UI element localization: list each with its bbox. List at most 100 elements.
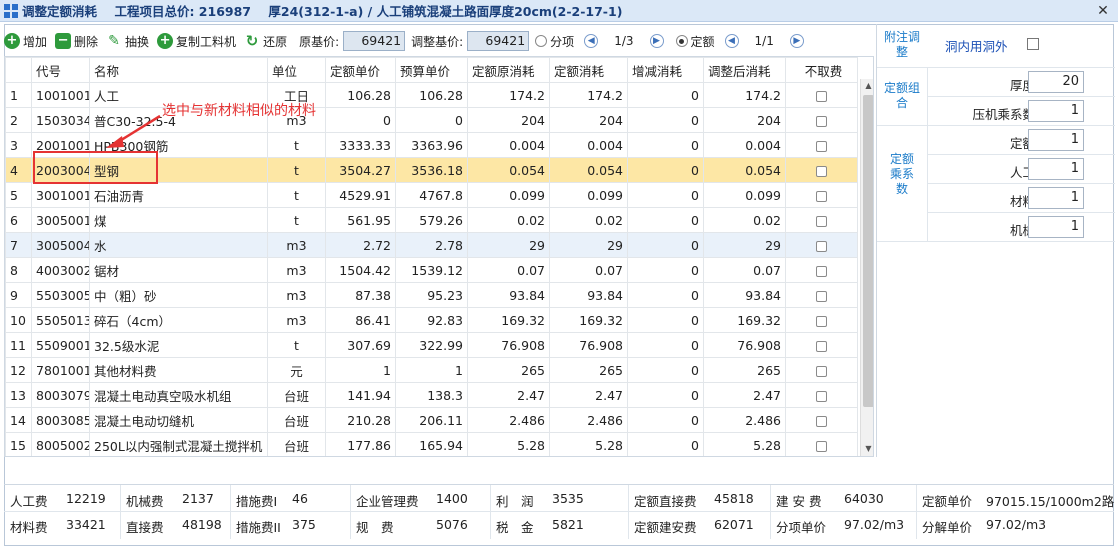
add-button[interactable]: + 增加 [4,33,47,50]
no-fee-checkbox[interactable] [816,440,827,452]
adj-price-field[interactable]: 69421 [467,31,530,51]
machine-coef-field[interactable]: 1 [1028,216,1084,238]
no-fee-checkbox[interactable] [816,315,827,327]
cell-cons[interactable]: 0.099 [549,182,628,208]
cell-cons[interactable]: 174.2 [549,82,628,108]
cell-cons[interactable]: 0.02 [549,207,628,233]
cell-adj[interactable]: 0.054 [703,157,786,183]
cell-delta[interactable]: 0 [627,332,704,358]
cell-orig[interactable]: 2.486 [467,407,550,433]
table-row[interactable]: 1 1001001 人工 工日 106.28 106.28 174.2 174.2 0 174.2 [5,82,858,108]
no-fee-checkbox[interactable] [816,190,827,202]
cell-delta[interactable]: 0 [627,132,704,158]
next-page-icon[interactable]: ▶ [789,34,804,48]
quota-coef-field[interactable]: 1 [1028,129,1084,151]
cell-orig[interactable]: 0.054 [467,157,550,183]
cell-adj[interactable]: 0.004 [703,132,786,158]
cell-orig[interactable]: 29 [467,232,550,258]
replace-button[interactable]: ✎ 抽换 [106,33,149,50]
table-row[interactable]: 7 3005004 水 m3 2.72 2.78 29 29 0 29 [5,232,858,258]
table-row[interactable]: 8 4003002 锯材 m3 1504.42 1539.12 0.07 0.07 0 0.07 [5,257,858,283]
cell-delta[interactable]: 0 [627,407,704,433]
column-header[interactable]: 增减消耗 [627,57,704,83]
radio-item[interactable] [535,35,548,47]
column-header[interactable]: 定额消耗 [549,57,628,83]
thickness-field[interactable]: 20 [1028,71,1084,93]
cell-delta[interactable]: 0 [627,107,704,133]
column-header[interactable]: 预算单价 [395,57,468,83]
no-fee-checkbox[interactable] [816,365,827,377]
cell-cons[interactable]: 204 [549,107,628,133]
cell-adj[interactable]: 174.2 [703,82,786,108]
orig-price-field[interactable]: 69421 [343,31,406,51]
cell-delta[interactable]: 0 [627,232,704,258]
cell-cons[interactable]: 5.28 [549,432,628,456]
cell-orig[interactable]: 0.099 [467,182,550,208]
copy-materials-button[interactable]: + 复制工料机 [157,33,236,50]
cell-orig[interactable]: 169.32 [467,307,550,333]
no-fee-checkbox[interactable] [816,240,827,252]
column-header[interactable]: 单位 [267,57,326,83]
no-fee-checkbox[interactable] [816,140,827,152]
cell-cons[interactable]: 0.004 [549,132,628,158]
vertical-scrollbar[interactable]: ▲ ▼ [860,79,873,456]
scroll-down-icon[interactable]: ▼ [861,442,873,456]
cell-cons[interactable]: 93.84 [549,282,628,308]
labor-coef-field[interactable]: 1 [1028,158,1084,180]
column-header[interactable]: 不取费 [785,57,858,83]
radio-quota[interactable] [675,35,688,47]
restore-button[interactable]: ↻ 还原 [244,33,287,50]
cell-delta[interactable]: 0 [627,182,704,208]
scroll-thumb[interactable] [863,95,873,407]
cell-delta[interactable]: 0 [627,382,704,408]
cell-delta[interactable]: 0 [627,82,704,108]
cell-adj[interactable]: 93.84 [703,282,786,308]
table-row[interactable]: 13 8003079 混凝土电动真空吸水机组 台班 141.94 138.3 2.47 2.4… [5,382,858,408]
cell-adj[interactable]: 265 [703,357,786,383]
no-fee-checkbox[interactable] [816,115,827,127]
column-header[interactable]: 名称 [89,57,268,83]
prev-page-icon[interactable]: ◀ [584,34,599,48]
table-row[interactable]: 9 5503005 中（粗）砂 m3 87.38 95.23 93.84 93.84 0 93.8… [5,282,858,308]
cell-orig[interactable]: 0.02 [467,207,550,233]
cell-cons[interactable]: 2.486 [549,407,628,433]
cell-cons[interactable]: 0.07 [549,257,628,283]
tunnel-checkbox[interactable] [1027,38,1039,50]
column-header[interactable] [5,57,32,83]
cell-orig[interactable]: 2.47 [467,382,550,408]
column-header[interactable]: 定额原消耗 [467,57,550,83]
cell-orig[interactable]: 76.908 [467,332,550,358]
cell-orig[interactable]: 5.28 [467,432,550,456]
cell-delta[interactable]: 0 [627,432,704,456]
cell-orig[interactable]: 0.07 [467,257,550,283]
cell-adj[interactable]: 2.486 [703,407,786,433]
no-fee-checkbox[interactable] [816,90,827,102]
column-header[interactable]: 调整后消耗 [703,57,786,83]
cell-cons[interactable]: 0.054 [549,157,628,183]
cell-adj[interactable]: 0.02 [703,207,786,233]
cell-adj[interactable]: 76.908 [703,332,786,358]
cell-adj[interactable]: 5.28 [703,432,786,456]
no-fee-checkbox[interactable] [816,265,827,277]
table-row[interactable]: 5 3001001 石油沥青 t 4529.91 4767.8 0.099 0.099 0 0.0… [5,182,858,208]
no-fee-checkbox[interactable] [816,290,827,302]
cell-adj[interactable]: 29 [703,232,786,258]
cell-cons[interactable]: 169.32 [549,307,628,333]
table-row[interactable]: 10 5505013 碎石（4cm） m3 86.41 92.83 169.32 169.32… [5,307,858,333]
column-header[interactable]: 代号 [31,57,90,83]
cell-adj[interactable]: 169.32 [703,307,786,333]
cell-cons[interactable]: 29 [549,232,628,258]
material-coef-field[interactable]: 1 [1028,187,1084,209]
cell-cons[interactable]: 265 [549,357,628,383]
cell-adj[interactable]: 2.47 [703,382,786,408]
table-row[interactable]: 12 7801001 其他材料费元 1 1 265 265 0 265 [5,357,858,383]
column-header[interactable]: 定额单价 [325,57,396,83]
no-fee-checkbox[interactable] [816,215,827,227]
cell-delta[interactable]: 0 [627,157,704,183]
tunnel-link[interactable]: 洞内用洞外 [945,36,1008,55]
table-row[interactable]: 11 5509001 32.5级水泥 t 307.69 322.99 76.908 76.90… [5,332,858,358]
cell-orig[interactable]: 174.2 [467,82,550,108]
cell-cons[interactable]: 2.47 [549,382,628,408]
no-fee-checkbox[interactable] [816,340,827,352]
cell-delta[interactable]: 0 [627,307,704,333]
